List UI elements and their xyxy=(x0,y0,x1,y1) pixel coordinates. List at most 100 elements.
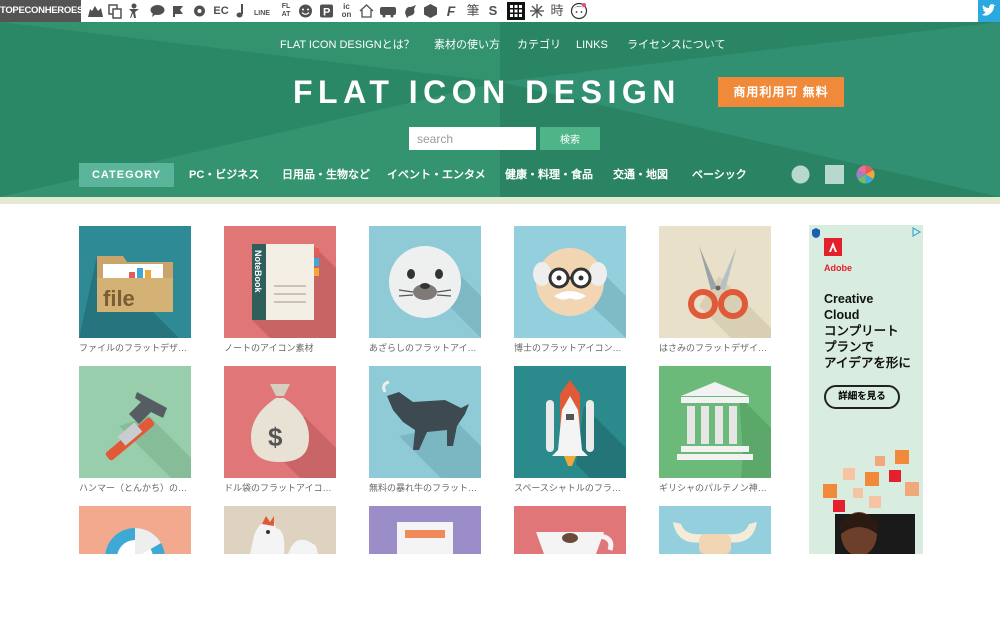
icon-card-seal[interactable]: あざらしのフラットアイ… xyxy=(369,226,481,356)
ad-shield-icon xyxy=(812,228,820,238)
house-icon[interactable] xyxy=(359,3,374,19)
nav-category[interactable]: カテゴリ xyxy=(517,38,561,52)
icon-card-scissors[interactable]: はさみのフラットデザイ… xyxy=(659,226,771,356)
site-title[interactable]: FLAT ICON DESIGN xyxy=(293,72,681,112)
music-note-icon[interactable] xyxy=(235,3,247,19)
icon-logo-icon[interactable]: ic on xyxy=(339,3,354,19)
search-input[interactable] xyxy=(409,127,536,150)
square-style-option[interactable] xyxy=(825,165,844,184)
network-bar: TOPECONHEROES EC LINE FL AT P ic on F 筆 S … xyxy=(0,0,1000,23)
clock-icon[interactable]: 時 xyxy=(549,3,565,19)
flat-icon[interactable]: FL AT xyxy=(277,3,295,19)
thumb-coffee-cup xyxy=(514,506,626,554)
brush-icon[interactable]: 筆 xyxy=(465,3,481,19)
line-icon[interactable]: LINE xyxy=(251,3,273,19)
ec-icon[interactable]: EC xyxy=(212,3,230,19)
train-icon[interactable] xyxy=(379,3,397,19)
category-events[interactable]: イベント・エンタメ xyxy=(387,163,486,187)
f-logo-icon[interactable]: F xyxy=(444,3,458,19)
category-pc-business[interactable]: PC・ビジネス xyxy=(189,163,259,187)
ad-cta-button[interactable]: 詳細を見る xyxy=(824,385,900,409)
grid-icon[interactable] xyxy=(507,2,525,20)
nav-license[interactable]: ライセンスについて xyxy=(627,38,725,52)
caption-hammer[interactable]: ハンマー（とんかち）の… xyxy=(79,482,191,494)
icon-card-rooster[interactable] xyxy=(224,506,336,636)
caption-notebook[interactable]: ノートのアイコン素材 xyxy=(224,342,336,354)
category-daily-goods[interactable]: 日用品・生物など xyxy=(282,163,370,187)
twitter-bird-icon xyxy=(982,4,996,16)
caption-space-shuttle[interactable]: スペースシャトルのフラ… xyxy=(514,482,626,494)
icon-card-chart[interactable] xyxy=(79,506,191,636)
icon-card-hammer[interactable]: ハンマー（とんかち）の… xyxy=(79,366,191,496)
cog-icon[interactable] xyxy=(192,3,207,19)
cat-icon[interactable] xyxy=(87,3,104,19)
category-basic[interactable]: ベーシック xyxy=(692,163,747,187)
bird-icon[interactable] xyxy=(403,3,418,19)
caption-seal[interactable]: あざらしのフラットアイ… xyxy=(369,342,481,354)
thumb-space-shuttle xyxy=(514,366,626,478)
topiconheroes-brand[interactable]: TOPECONHEROES xyxy=(0,0,83,22)
icon-card-file[interactable]: file ファイルのフラットデザ… xyxy=(79,226,191,356)
thumb-hammer xyxy=(79,366,191,478)
icon-card-bull[interactable]: 無料の暴れ牛のフラット… xyxy=(369,366,481,496)
icon-card-professor[interactable]: 博士のフラットアイコン… xyxy=(514,226,626,356)
svg-text:file: file xyxy=(103,286,135,311)
flat-icon-top: FL xyxy=(281,3,291,10)
ad-choices-icon[interactable] xyxy=(911,227,921,237)
sparkle-icon[interactable] xyxy=(529,3,545,19)
person-icon[interactable] xyxy=(128,3,140,19)
thumb-professor xyxy=(514,226,626,338)
icon-card-parthenon[interactable]: ギリシャのパルテノン神… xyxy=(659,366,771,496)
svg-text:$: $ xyxy=(268,422,283,452)
icon-card-notebook[interactable]: NoteBook ノートのアイコン素材 xyxy=(224,226,336,356)
adobe-ad[interactable]: Adobe Creative Cloud コンプリート プランで アイデアを形に… xyxy=(809,225,923,554)
space-shuttle-icon xyxy=(514,366,626,478)
caption-scissors[interactable]: はさみのフラットデザイ… xyxy=(659,342,771,354)
icon-card-money-bag[interactable]: $ ドル袋のフラットアイコ… xyxy=(224,366,336,496)
caption-bull[interactable]: 無料の暴れ牛のフラット… xyxy=(369,482,481,494)
flag-icon[interactable] xyxy=(171,3,185,19)
category-health-food[interactable]: 健康・料理・食品 xyxy=(505,163,593,187)
caption-money-bag[interactable]: ドル袋のフラットアイコ… xyxy=(224,482,336,494)
coffee-cup-icon xyxy=(514,506,626,554)
thumb-file: file xyxy=(79,226,191,338)
caption-file[interactable]: ファイルのフラットデザ… xyxy=(79,342,191,354)
category-label: CATEGORY xyxy=(79,163,174,187)
scissors-icon xyxy=(659,226,771,338)
parking-icon[interactable]: P xyxy=(319,3,334,19)
nav-usage[interactable]: 素材の使い方 xyxy=(434,38,500,52)
seal-icon xyxy=(369,226,481,338)
ad-headline: Creative Cloud コンプリート プランで アイデアを形に xyxy=(824,292,911,370)
circle-style-option[interactable] xyxy=(791,165,810,184)
thumb-parthenon xyxy=(659,366,771,478)
nav-links[interactable]: LINKS xyxy=(576,38,608,52)
thumb-seal xyxy=(369,226,481,338)
thumb-scissors xyxy=(659,226,771,338)
horns-icon xyxy=(659,506,771,554)
thumb-notebook: NoteBook xyxy=(224,226,336,338)
rooster-icon xyxy=(224,506,336,554)
girl-icon[interactable] xyxy=(570,2,588,20)
caption-professor[interactable]: 博士のフラットアイコン… xyxy=(514,342,626,354)
hexagon-icon[interactable] xyxy=(423,3,438,19)
search-button[interactable]: 検索 xyxy=(540,127,600,150)
copy-icon[interactable] xyxy=(108,3,122,19)
icon-card-coffee-cup[interactable] xyxy=(514,506,626,636)
smile-icon[interactable] xyxy=(298,3,313,19)
site-header: FLAT ICON DESIGNとは？ 素材の使い方 カテゴリ LINKS ライ… xyxy=(0,22,1000,197)
speech-bubble-icon[interactable] xyxy=(150,3,165,19)
category-transport-map[interactable]: 交通・地図 xyxy=(613,163,668,187)
thumb-chart xyxy=(79,506,191,554)
caption-parthenon[interactable]: ギリシャのパルテノン神… xyxy=(659,482,771,494)
nav-about[interactable]: FLAT ICON DESIGNとは？ xyxy=(280,38,415,52)
commercial-free-badge: 商用利用可 無料 xyxy=(718,77,844,107)
icon-card-laptop[interactable] xyxy=(369,506,481,636)
svg-text:NoteBook: NoteBook xyxy=(253,250,263,293)
s-logo-icon[interactable]: S xyxy=(487,3,499,19)
main-nav: FLAT ICON DESIGNとは？ 素材の使い方 カテゴリ LINKS ライ… xyxy=(0,38,1000,52)
icon-card-space-shuttle[interactable]: スペースシャトルのフラ… xyxy=(514,366,626,496)
parthenon-icon xyxy=(659,366,771,478)
icon-card-horns[interactable] xyxy=(659,506,771,636)
multicolor-style-option[interactable] xyxy=(856,165,875,184)
twitter-icon[interactable] xyxy=(978,0,1000,22)
